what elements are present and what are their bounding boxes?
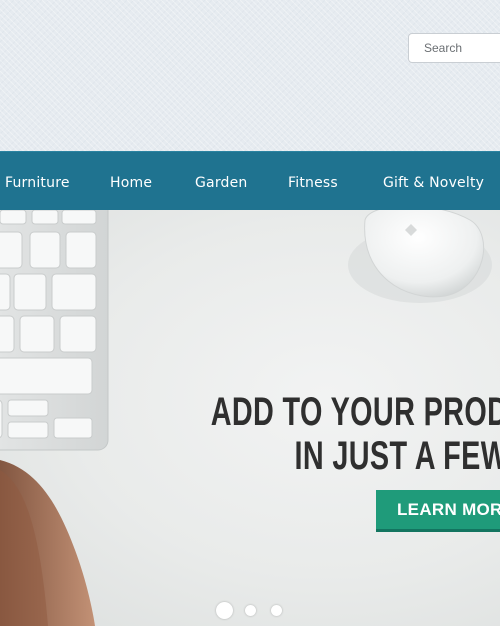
hero-headline: ADD TO YOUR PROD IN JUST A FEW xyxy=(210,390,500,478)
search-input[interactable] xyxy=(408,33,500,63)
nav-item-gift-novelty[interactable]: Gift & Novelty xyxy=(383,152,484,211)
slider-pagination xyxy=(0,602,500,622)
learn-more-button[interactable]: LEARN MOR xyxy=(376,490,500,532)
keyboard-image xyxy=(0,210,109,626)
headline-line-1: ADD TO YOUR PROD xyxy=(210,390,500,434)
main-nav: Furniture Home Garden Fitness Gift & Nov… xyxy=(0,151,500,211)
header xyxy=(0,0,500,151)
slide-dot-3[interactable] xyxy=(271,605,282,616)
headline-line-2: IN JUST A FEW xyxy=(294,434,500,478)
nav-item-garden[interactable]: Garden xyxy=(195,152,248,211)
slide-dot-1[interactable] xyxy=(216,602,233,619)
nav-item-furniture[interactable]: Furniture xyxy=(5,152,70,211)
slide-dot-2[interactable] xyxy=(245,605,256,616)
nav-item-fitness[interactable]: Fitness xyxy=(288,152,338,211)
mouse-image xyxy=(348,210,492,303)
nav-item-home[interactable]: Home xyxy=(110,152,152,211)
hero-slider: ADD TO YOUR PROD IN JUST A FEW LEARN MOR xyxy=(0,210,500,626)
